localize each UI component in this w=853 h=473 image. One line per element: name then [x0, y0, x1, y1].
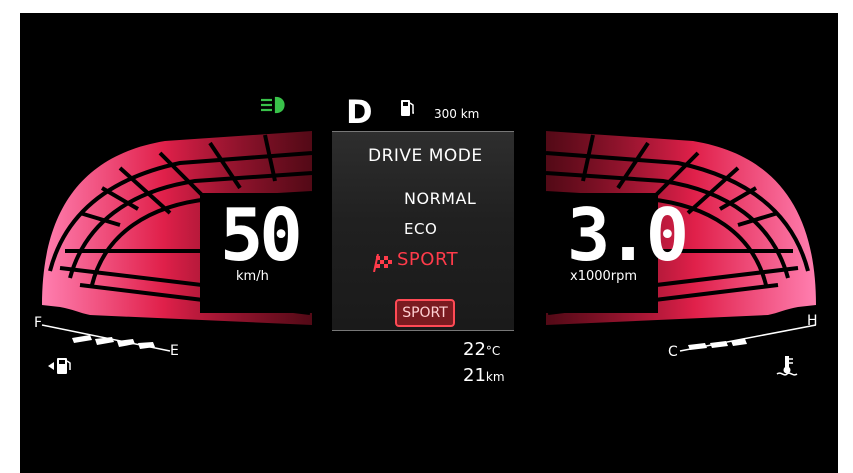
drive-mode-title: DRIVE MODE	[368, 146, 483, 166]
checkered-flag-icon	[373, 254, 392, 272]
rpm-value: 3.0	[567, 193, 689, 277]
range-readout: 300 km	[434, 107, 480, 121]
trip-distance-unit: km	[485, 370, 505, 384]
trip-distance-value: 21	[463, 365, 486, 386]
temp-hot-label: H	[807, 313, 818, 329]
drive-mode-option-normal[interactable]: NORMAL	[404, 189, 476, 208]
drive-mode-option-sport[interactable]: SPORT	[397, 249, 458, 270]
gear-indicator: D	[346, 93, 373, 131]
rpm-unit: x1000rpm	[570, 269, 638, 284]
temperature-gauge	[679, 324, 817, 352]
outside-temperature: 22°C	[463, 339, 500, 360]
instrument-cluster: D 300 km 50 km/h 3.0 x1000rpm DRIVE MODE…	[20, 13, 838, 473]
headlight-icon	[261, 96, 285, 114]
temp-cold-label: C	[668, 344, 678, 360]
fuel-empty-label: E	[170, 343, 179, 359]
fuel-full-label: F	[34, 315, 43, 331]
outside-temperature-value: 22	[463, 339, 486, 360]
fuel-pump-icon	[401, 100, 414, 116]
drive-mode-badge: SPORT	[395, 299, 455, 327]
fuel-gauge	[41, 324, 171, 352]
speed-value: 50	[220, 193, 303, 277]
outside-temperature-unit: °C	[485, 344, 501, 358]
speed-unit: km/h	[236, 269, 269, 284]
coolant-temperature-icon	[776, 356, 798, 376]
trip-distance: 21km	[463, 365, 505, 386]
drive-mode-option-eco[interactable]: ECO	[404, 220, 437, 238]
fuel-door-icon	[48, 358, 71, 374]
